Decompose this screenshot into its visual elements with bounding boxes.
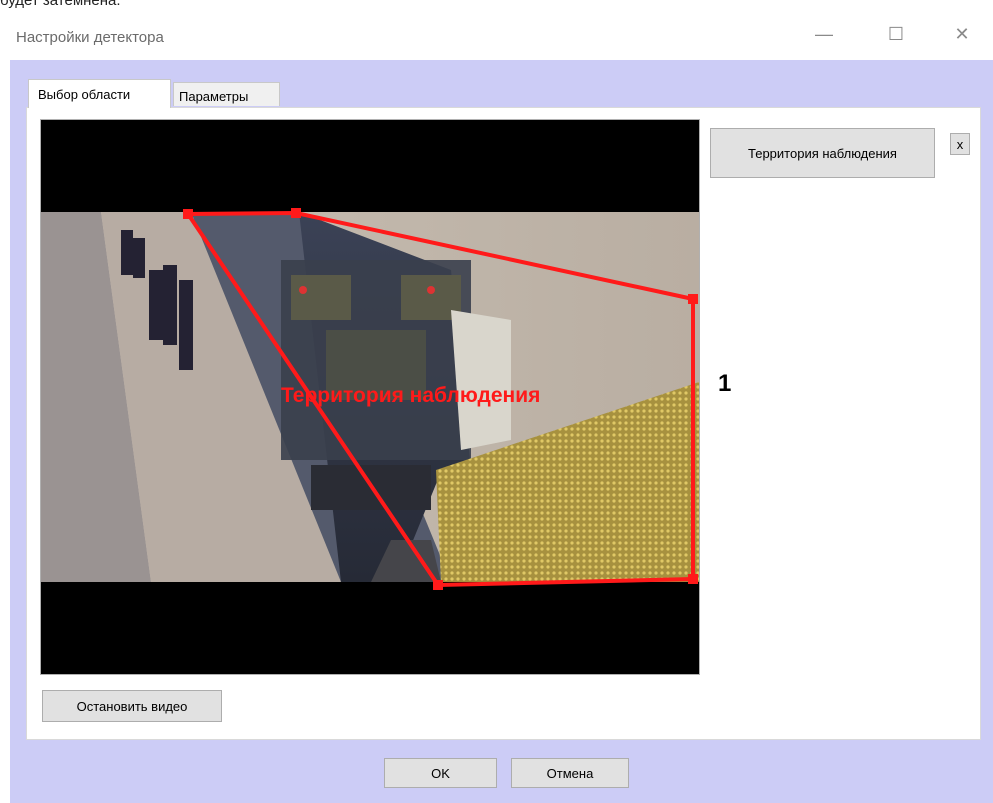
video-view[interactable]: Территория наблюдения [40,119,700,675]
minimize-button[interactable]: — [804,18,844,50]
vertex-handle[interactable] [291,208,301,218]
area-list-item[interactable]: Территория наблюдения [710,128,935,178]
maximize-button[interactable]: ☐ [876,18,916,50]
vertex-handle[interactable] [688,294,698,304]
ok-button[interactable]: OK [384,758,497,788]
stop-video-button[interactable]: Остановить видео [42,690,222,722]
callout-number: 1 [718,370,732,397]
close-icon: ✕ [954,23,970,44]
vertex-handle[interactable] [688,574,698,584]
video-frame: Территория наблюдения [41,208,699,590]
previous-text-fragment: будет затемнена. [0,0,121,9]
window-title: Настройки детектора [16,29,164,46]
maximize-icon: ☐ [887,23,905,44]
delete-area-button[interactable]: x [950,133,970,155]
vertex-handle[interactable] [433,580,443,590]
minimize-icon: — [815,23,833,44]
tab-parameters[interactable]: Параметры [173,82,280,106]
close-button[interactable]: ✕ [942,18,982,50]
vertex-handle[interactable] [183,209,193,219]
tab-area-selection[interactable]: Выбор области [28,79,171,108]
cancel-button[interactable]: Отмена [511,758,629,788]
area-label: Территория наблюдения [281,384,540,407]
